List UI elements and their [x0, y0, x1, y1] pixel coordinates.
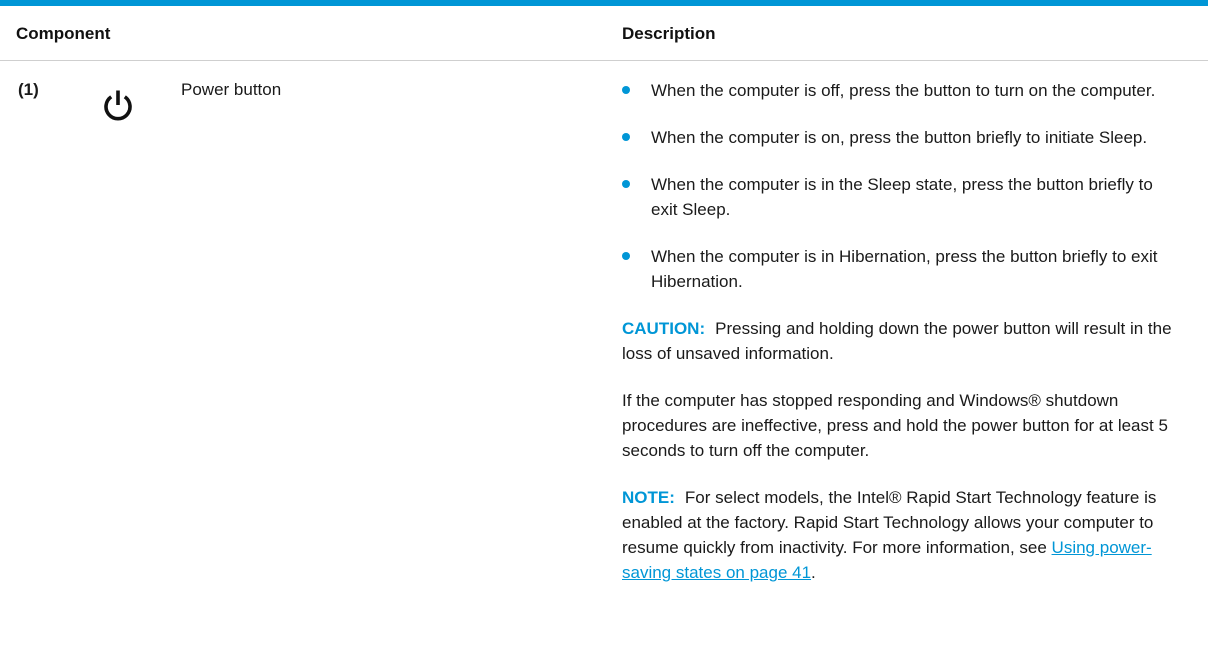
bullet-text: When the computer is in Hibernation, pre…: [651, 247, 1158, 291]
list-item: When the computer is on, press the butto…: [622, 125, 1182, 150]
bullet-text: When the computer is on, press the butto…: [651, 128, 1148, 147]
shutdown-paragraph: If the computer has stopped responding a…: [622, 391, 1168, 460]
bullet-dot-icon: [622, 252, 630, 260]
bullet-text: When the computer is in the Sleep state,…: [651, 175, 1153, 219]
note-end: .: [811, 563, 816, 582]
description-bullet-list: When the computer is off, press the butt…: [622, 78, 1182, 294]
caution-paragraph: CAUTION: Pressing and holding down the po…: [622, 316, 1182, 366]
bullet-dot-icon: [622, 133, 630, 141]
note-label: NOTE:: [622, 488, 675, 507]
caution-label: CAUTION:: [622, 319, 706, 338]
component-description: When the computer is off, press the butt…: [622, 78, 1182, 607]
bullet-dot-icon: [622, 180, 630, 188]
bullet-dot-icon: [622, 86, 630, 94]
component-column-header: Component: [16, 24, 111, 43]
power-icon: [104, 90, 132, 121]
component-number: (1): [18, 80, 39, 99]
list-item: When the computer is off, press the butt…: [622, 78, 1182, 103]
list-item: When the computer is in Hibernation, pre…: [622, 244, 1182, 294]
bullet-text: When the computer is off, press the butt…: [651, 81, 1156, 100]
note-paragraph: NOTE: For select models, the Intel® Rapid…: [622, 485, 1182, 585]
table-header-row: Component Description: [0, 6, 1208, 61]
list-item: When the computer is in the Sleep state,…: [622, 172, 1182, 222]
component-name: Power button: [181, 80, 282, 99]
description-column-header: Description: [622, 24, 716, 43]
